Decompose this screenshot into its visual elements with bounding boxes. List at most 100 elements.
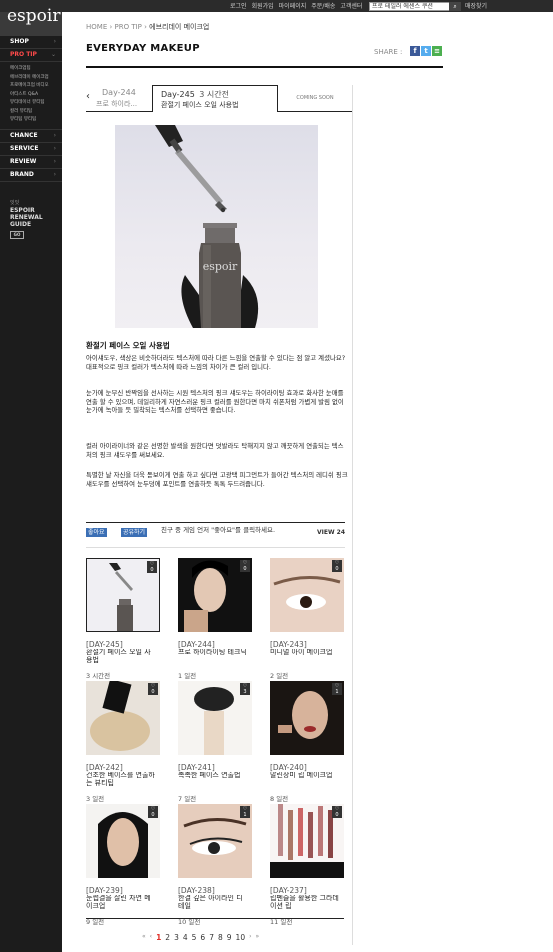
chevron-right-icon: › (53, 144, 56, 152)
thumbnail[interactable]: ♡ 1 (270, 681, 344, 755)
submenu-item[interactable]: 프로메이크업 비디오 (0, 82, 62, 91)
search-icon[interactable]: ⌕ (449, 2, 461, 11)
item-title: 립펜슬을 활용한 그라데이션 립 (270, 895, 339, 910)
like-button[interactable]: 좋아요 (86, 528, 107, 537)
twitter-icon[interactable]: t (421, 46, 431, 56)
heart-icon[interactable]: ♡ 0 (148, 683, 158, 695)
page-link[interactable]: 5 (192, 933, 197, 942)
item-time: 8 일전 (270, 795, 289, 803)
breadcrumb-sep: › (107, 23, 115, 31)
order-link[interactable]: 주문/배송 (311, 1, 335, 10)
breadcrumb-home[interactable]: HOME (86, 23, 107, 31)
thumbnail[interactable]: ♡ 3 (178, 681, 252, 755)
login-link[interactable]: 로그인 (230, 1, 247, 10)
brand-logo[interactable]: espoir (7, 6, 60, 26)
item-title: 촉촉한 페이스 연출법 (178, 772, 241, 779)
prev-page-button[interactable]: ‹ (150, 933, 152, 942)
sidebar-item-label: SHOP (10, 38, 29, 45)
heart-icon[interactable]: ♡ 1 (332, 683, 342, 695)
cs-link[interactable]: 고객센터 (340, 1, 362, 10)
sidebar-item-pro-tip[interactable]: PRO TIP ⌄ (0, 49, 62, 62)
page-link[interactable]: 7 (209, 933, 214, 942)
submenu-item[interactable]: 뷰티테이너 뷰티팁 (0, 99, 62, 108)
view-count: VIEW 24 (316, 529, 345, 536)
heart-icon[interactable]: ♡ 0 (332, 806, 342, 818)
chevron-right-icon: › (53, 131, 56, 139)
submenu-item[interactable]: 에브리데이 메이크업 (0, 74, 62, 83)
page-link[interactable]: 6 (200, 933, 205, 942)
sidebar-item-label: SERVICE (10, 144, 39, 152)
chevron-right-icon: › (53, 170, 56, 178)
page-link[interactable]: 2 (165, 933, 170, 942)
like-row: 좋아요 공유하기 친구 중 게임 언저 "좋아요"를 클릭하세요. VIEW 2… (86, 522, 345, 548)
facebook-icon[interactable]: f (410, 46, 420, 56)
sidebar-item-label: REVIEW (10, 157, 37, 165)
sidebar-item-review[interactable]: REVIEW › (0, 156, 62, 169)
heart-icon[interactable]: ♡ 1 (240, 806, 250, 818)
share-button[interactable]: 공유하기 (121, 528, 148, 537)
sidebar-item-service[interactable]: SERVICE › (0, 143, 62, 156)
submenu-item[interactable]: 메이크업팁 (0, 65, 62, 74)
renewal-guide-banner[interactable]: 잇잇 ESPOIR RENEWAL GUIDE GO (10, 200, 43, 239)
like-count: 3 (243, 689, 247, 695)
item-title: 환절기 페이스 오일 사용법 (86, 649, 151, 664)
sidebar-item-chance[interactable]: CHANCE › (0, 130, 62, 143)
like-count: 1 (335, 689, 339, 695)
item-title: 건조한 베이스를 연출하는 뷰티팁 (86, 772, 155, 787)
thumbnail[interactable]: ♡ 0 (86, 804, 160, 878)
hero-product-image: espoir (115, 125, 318, 328)
breadcrumb-current: 에브리데이 메이크업 (149, 23, 210, 31)
page-link[interactable]: 4 (183, 933, 188, 942)
share-label: SHARE : (374, 48, 403, 56)
renewal-go-button[interactable]: GO (10, 231, 24, 239)
signup-link[interactable]: 회원가입 (252, 1, 274, 10)
like-count: 0 (335, 812, 339, 818)
page-link[interactable]: 8 (218, 933, 223, 942)
thumbnail[interactable]: ♡ 0 (270, 558, 344, 632)
store-finder-link[interactable]: 매장찾기 (465, 1, 487, 10)
sidebar-item-brand[interactable]: BRAND › (0, 169, 62, 182)
thumbnail[interactable]: ♡ 1 (178, 804, 252, 878)
submenu-item[interactable]: 아티스트 Q&A (0, 91, 62, 100)
sidebar-item-shop[interactable]: SHOP › (0, 36, 62, 49)
share-icon[interactable]: ≡ (432, 46, 442, 56)
heart-icon[interactable]: ♡ 0 (240, 560, 250, 572)
page-link[interactable]: 9 (227, 933, 232, 942)
thumbnail[interactable]: ♡ 0 (86, 558, 160, 632)
submenu-item[interactable]: 뷰티팁 뷰티팁 (0, 116, 62, 125)
item-time: 7 일전 (178, 795, 197, 803)
like-prompt: 친구 중 게임 언저 "좋아요"를 클릭하세요. (161, 526, 276, 534)
next-page-button[interactable]: › (249, 933, 251, 942)
submenu-item[interactable]: 컬러 뷰티팁 (0, 108, 62, 117)
item-day: [DAY-241] (178, 763, 215, 772)
breadcrumb: HOME › PRO TIP › 에브리데이 메이크업 (86, 22, 209, 32)
pagination: « ‹ 1 2 3 4 5 6 7 8 9 10 › » (142, 933, 259, 942)
day-tabs: ‹ Day-244 프로 하이라... Day-245 3 시간전 환절기 페이… (86, 85, 352, 113)
page-link[interactable]: 3 (174, 933, 179, 942)
mypage-link[interactable]: 마이페이지 (279, 1, 307, 10)
heart-icon[interactable]: ♡ 3 (240, 683, 250, 695)
search-input[interactable]: 프로 테일러 에센스 쿠션 (369, 2, 461, 11)
chevron-right-icon: › (53, 38, 56, 45)
article-paragraph: 아이섀도우, 색상은 비슷하더라도 텍스처에 따라 다른 느낌을 연출할 수 있… (86, 354, 346, 371)
tab-current-day[interactable]: Day-245 3 시간전 환절기 페이스 오일 사용법 (152, 85, 278, 112)
thumbnail[interactable]: ♡ 0 (270, 804, 344, 878)
page-link[interactable]: 1 (156, 933, 161, 942)
chevron-left-icon: ‹ (86, 91, 90, 102)
thumbnail[interactable]: ♡ 0 (178, 558, 252, 632)
page-link[interactable]: 10 (236, 933, 246, 942)
heart-icon[interactable]: ♡ 0 (332, 560, 342, 572)
heart-icon[interactable]: ♡ 0 (148, 806, 158, 818)
sidebar-item-label: PRO TIP (10, 51, 37, 58)
item-time: 3 시간전 (86, 672, 111, 680)
renewal-small-text: 잇잇 (10, 200, 20, 206)
item-day: [DAY-237] (270, 886, 307, 895)
tab-prev-day[interactable]: ‹ Day-244 프로 하이라... (86, 85, 152, 112)
thumbnail[interactable]: ♡ 0 (86, 681, 160, 755)
first-page-button[interactable]: « (142, 933, 146, 942)
last-page-button[interactable]: » (256, 933, 260, 942)
breadcrumb-pro-tip[interactable]: PRO TIP (115, 23, 142, 31)
tab-title: 환절기 페이스 오일 사용법 (161, 101, 239, 109)
heart-icon[interactable]: ♡ 0 (147, 561, 157, 573)
sidebar: SHOP › PRO TIP ⌄ 메이크업팁 에브리데이 메이크업 프로메이크업 비… (0, 36, 62, 952)
